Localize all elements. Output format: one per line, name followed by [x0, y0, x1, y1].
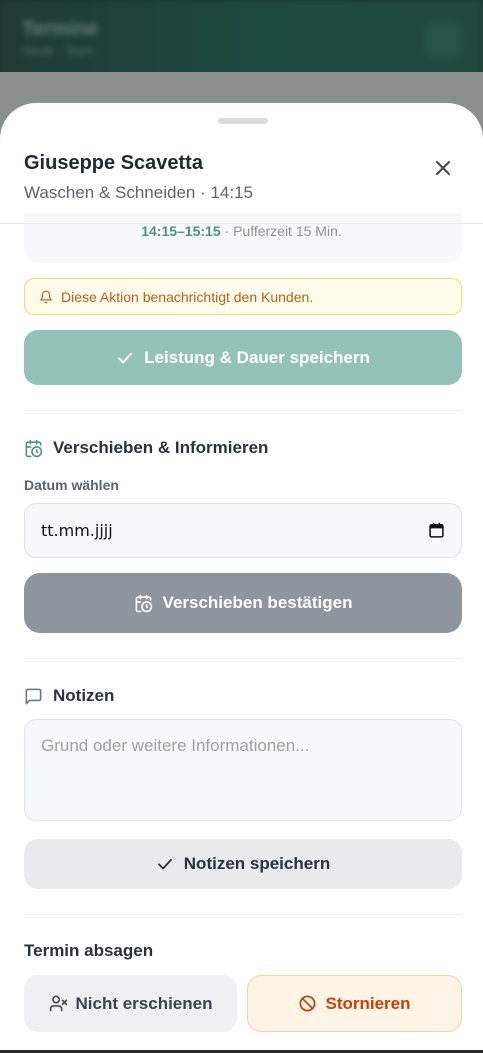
reschedule-section-title: Verschieben & Informieren [24, 438, 268, 458]
section-divider [24, 658, 462, 659]
bell-icon [40, 290, 52, 303]
service-time-line: 14:15–15:15 · Pufferzeit 15 Min. [0, 223, 483, 239]
ban-icon [299, 995, 316, 1012]
no-show-button[interactable]: Nicht erschienen [24, 975, 237, 1032]
check-icon [157, 858, 172, 870]
no-show-label: Nicht erschienen [75, 993, 213, 1013]
background-title: Termine [22, 18, 99, 40]
notes-placeholder: Grund oder weitere Informationen... [41, 736, 310, 755]
save-notes-label: Notizen speichern [183, 854, 331, 873]
section-divider [24, 410, 462, 411]
confirm-reschedule-button[interactable]: Verschieben bestätigen [24, 573, 462, 633]
message-square-icon [25, 688, 42, 704]
background-app-header: Termine Heute · Team [0, 0, 483, 80]
check-icon [118, 352, 133, 363]
notes-textarea[interactable]: Grund oder weitere Informationen... [24, 719, 462, 821]
user-x-icon [49, 995, 67, 1012]
cancel-appointment-label: Stornieren [325, 993, 411, 1013]
sheet-title: Giuseppe Scavetta [24, 152, 203, 174]
cancel-appointment-button[interactable]: Stornieren [247, 975, 462, 1032]
notes-title-text: Notizen [53, 686, 115, 705]
notification-notice: Diese Aktion benachrichtigt den Kunden. [24, 278, 462, 315]
notes-section-title: Notizen [24, 686, 114, 706]
service-buffer: · Pufferzeit 15 Min. [220, 223, 342, 239]
close-icon [436, 161, 450, 175]
save-service-label: Leistung & Dauer speichern [144, 347, 370, 367]
save-service-button[interactable]: Leistung & Dauer speichern [24, 330, 462, 385]
calendar-clock-icon [25, 439, 43, 457]
service-time-range: 14:15–15:15 [141, 223, 221, 239]
drag-handle[interactable] [218, 118, 268, 124]
calendar-icon[interactable] [428, 522, 445, 539]
confirm-reschedule-label: Verschieben bestätigen [162, 593, 353, 612]
background-action-button [425, 22, 461, 58]
appointment-bottom-sheet: Giuseppe Scavetta Waschen & Schneiden · … [0, 103, 483, 1053]
save-notes-button[interactable]: Notizen speichern [24, 839, 462, 889]
section-divider [24, 914, 462, 915]
date-input[interactable]: tt.mm.jjjj [24, 503, 462, 558]
date-placeholder: tt.mm.jjjj [41, 521, 113, 540]
cancel-section-title: Termin absagen [24, 941, 154, 960]
close-button[interactable] [428, 153, 458, 183]
reschedule-title-text: Verschieben & Informieren [53, 438, 269, 457]
sheet-subtitle: Waschen & Schneiden · 14:15 [24, 183, 254, 202]
notice-text: Diese Aktion benachrichtigt den Kunden. [61, 288, 314, 305]
background-subtitle: Heute · Team [22, 44, 94, 58]
date-label: Datum wählen [24, 477, 119, 493]
calendar-clock-icon [135, 594, 152, 612]
